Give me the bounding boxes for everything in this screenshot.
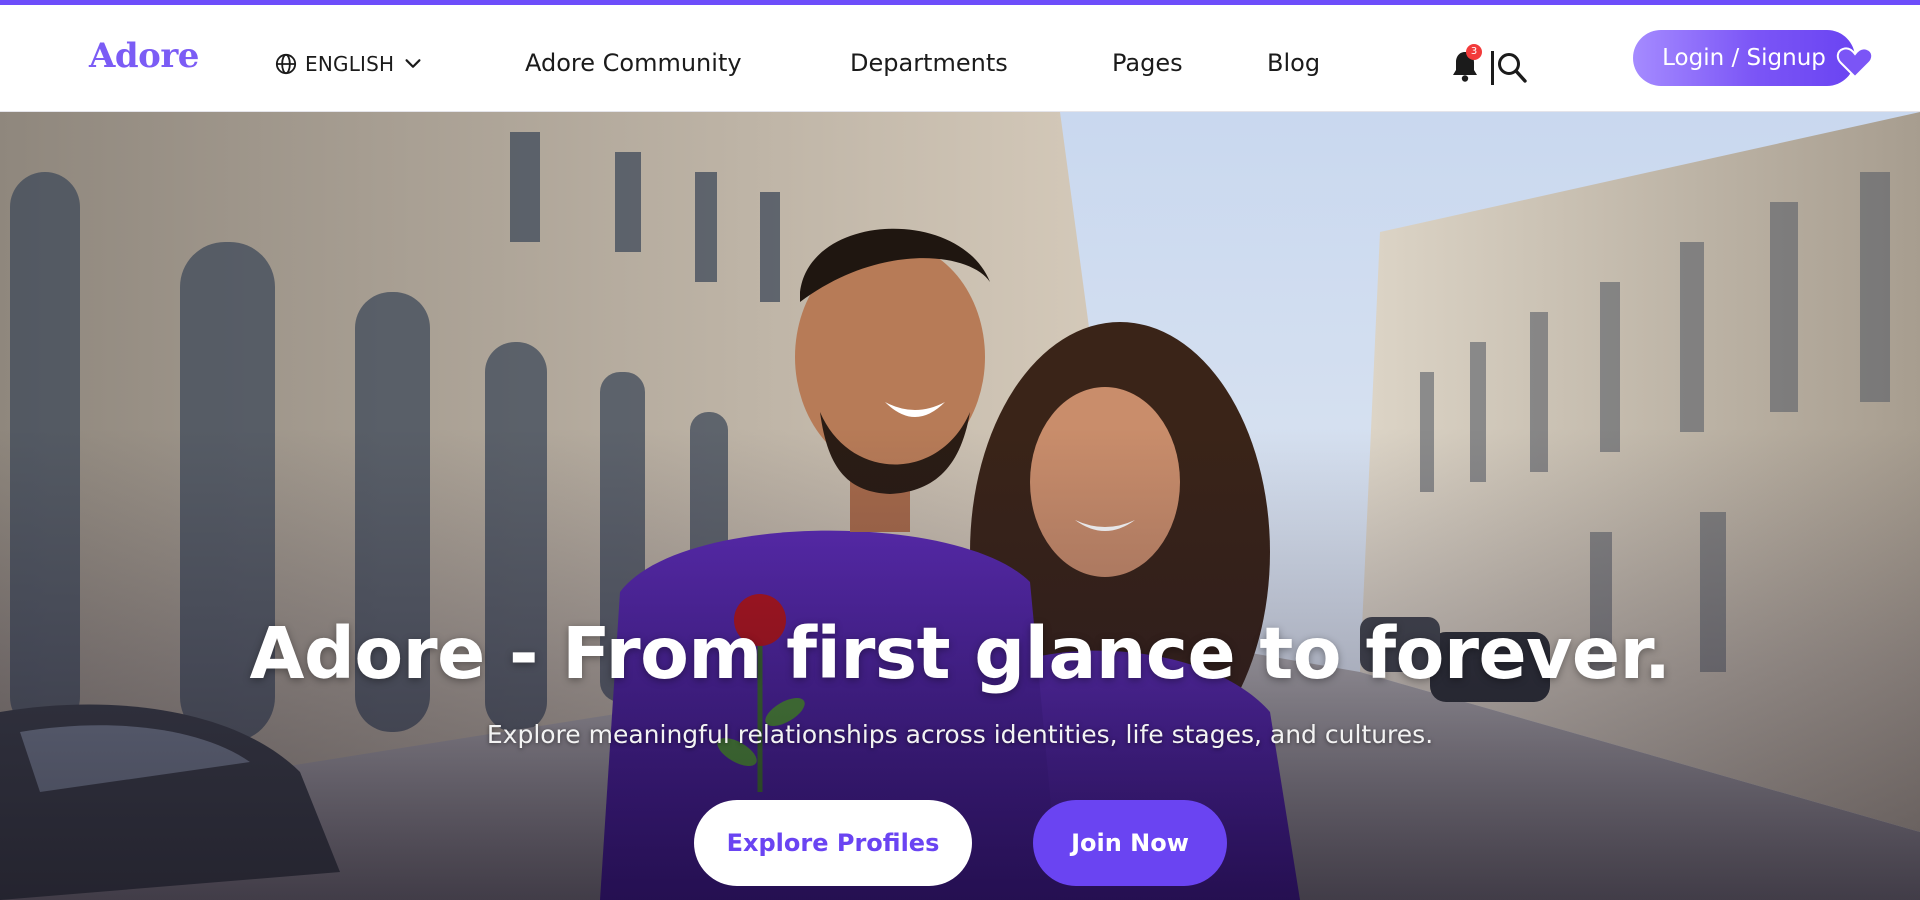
hero-overlay bbox=[0, 112, 1920, 900]
navbar: Adore ENGLISH Adore Community Department… bbox=[0, 5, 1920, 112]
explore-profiles-button[interactable]: Explore Profiles bbox=[694, 800, 972, 886]
nav-link-blog[interactable]: Blog bbox=[1267, 49, 1320, 77]
hero-headline: Adore - From first glance to forever. bbox=[249, 612, 1671, 695]
search-icon[interactable] bbox=[1496, 51, 1528, 85]
hero-section: Adore - From first glance to forever. Ex… bbox=[0, 112, 1920, 900]
notification-count-badge: 3 bbox=[1466, 44, 1482, 60]
brand-logo[interactable]: Adore bbox=[89, 36, 199, 76]
login-signup-button[interactable]: Login / Signup bbox=[1633, 30, 1855, 86]
nav-link-pages[interactable]: Pages bbox=[1112, 49, 1183, 77]
nav-link-community[interactable]: Adore Community bbox=[525, 49, 742, 77]
language-label: ENGLISH bbox=[305, 52, 395, 76]
hero-subheadline: Explore meaningful relationships across … bbox=[486, 720, 1434, 749]
language-selector[interactable]: ENGLISH bbox=[275, 50, 424, 78]
globe-icon bbox=[275, 53, 297, 75]
chevron-down-icon bbox=[405, 59, 421, 68]
join-now-button[interactable]: Join Now bbox=[1033, 800, 1227, 886]
heart-icon[interactable] bbox=[1835, 47, 1875, 79]
nav-link-departments[interactable]: Departments bbox=[850, 49, 1008, 77]
header-divider bbox=[1491, 51, 1494, 85]
